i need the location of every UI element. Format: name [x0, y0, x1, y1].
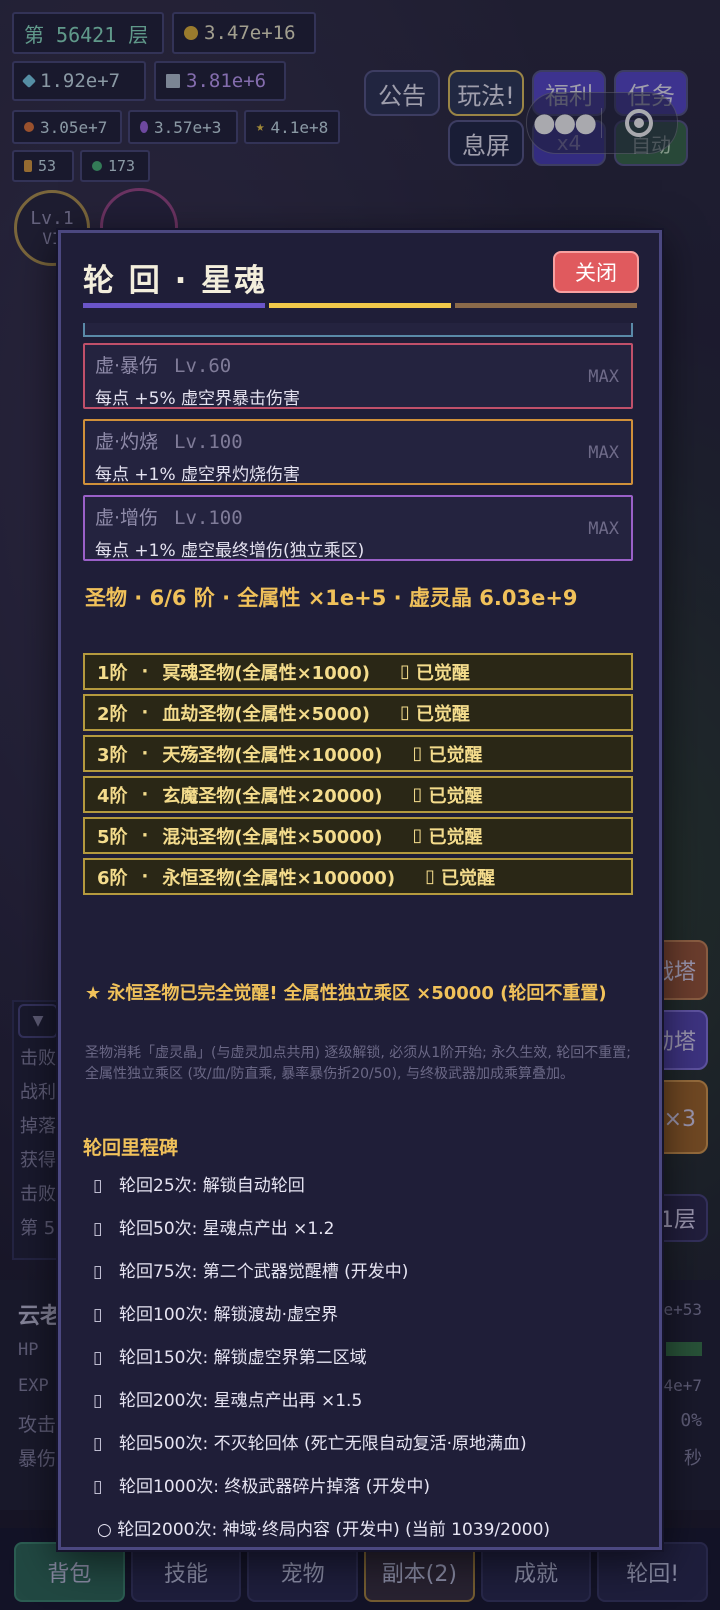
milestone-item: ▯ 轮回50次: 星魂点产出 ×1.2: [93, 1216, 633, 1242]
milestone-text: 轮回75次: 第二个武器觉醒槽 (开发中): [119, 1262, 409, 1282]
stat-name: 虚·暴伤: [95, 355, 159, 377]
relic-status: 已觉醒: [428, 744, 483, 766]
checked-icon: ▯: [93, 1305, 103, 1325]
modal-tab-bar: [83, 303, 637, 308]
modal-header: 轮 回 · 星魂 关闭: [61, 233, 659, 323]
milestone-text: 轮回25次: 解锁自动轮回: [119, 1176, 305, 1196]
milestone-text: 轮回500次: 不灭轮回体 (死亡无限自动复活·原地满血): [119, 1434, 527, 1454]
milestone-text: 轮回200次: 星魂点产出再 ×1.5: [119, 1391, 363, 1411]
modal-title: 轮 回 · 星魂: [83, 263, 268, 299]
milestone-item: ▯ 轮回100次: 解锁渡劫·虚空界: [93, 1302, 633, 1328]
relic-tier: 2阶: [97, 703, 128, 725]
relic-hint-text: 圣物消耗「虚灵晶」(与虚灵加点共用) 逐级解锁, 必须从1阶开始; 永久生效, …: [85, 1045, 631, 1082]
relic-status: 已觉醒: [415, 703, 470, 725]
checked-icon: ▯: [93, 1391, 103, 1411]
milestone-text: 轮回1000次: 终极武器碎片掉落 (开发中): [119, 1477, 431, 1497]
relic-header: 圣物 · 6/6 阶 · 全属性 ×1e+5 · 虚灵晶 6.03e+9: [85, 586, 578, 610]
stat-level: Lv.100: [174, 507, 243, 529]
relic-name: 血劫圣物(全属性×5000): [162, 703, 371, 725]
relic-tier: 6阶: [97, 867, 128, 889]
milestone-text: 轮回150次: 解锁虚空界第二区域: [119, 1348, 367, 1368]
reincarnation-modal: 轮 回 · 星魂 关闭 虚·暴伤 Lv.60 每点 +5% 虚空界暴击伤害 MAX…: [58, 230, 662, 1550]
separator-dot: ·: [141, 784, 149, 805]
relic-status: 已觉醒: [428, 785, 483, 807]
stat-desc: 每点 +1% 虚空最终增伤(独立乘区): [95, 541, 365, 561]
separator-dot: ·: [141, 866, 149, 887]
separator-dot: ·: [141, 743, 149, 764]
milestone-text: 轮回100次: 解锁渡劫·虚空界: [119, 1305, 338, 1325]
awakened-icon: ▯: [412, 784, 423, 805]
separator-dot: ·: [141, 661, 149, 682]
awakened-icon: ▯: [412, 743, 423, 764]
milestone-item: ▯ 轮回150次: 解锁虚空界第二区域: [93, 1345, 633, 1371]
checked-icon: ▯: [93, 1176, 103, 1196]
relic-tier: 4阶: [97, 785, 128, 807]
stat-name: 虚·灼烧: [95, 431, 159, 453]
milestone-item: ▯ 轮回75次: 第二个武器觉醒槽 (开发中): [93, 1259, 633, 1285]
relic-status: 已觉醒: [428, 826, 483, 848]
stat-desc: 每点 +5% 虚空界暴击伤害: [95, 389, 301, 409]
checked-icon: ▯: [93, 1262, 103, 1282]
milestone-item: ▯ 轮回500次: 不灭轮回体 (死亡无限自动复活·原地满血): [93, 1431, 633, 1457]
stat-max-badge: MAX: [588, 367, 619, 387]
checked-icon: ▯: [93, 1434, 103, 1454]
awakened-icon: ▯: [400, 661, 410, 682]
separator-dot: ·: [141, 702, 149, 723]
milestone-item: ▯ 轮回200次: 星魂点产出再 ×1.5: [93, 1388, 633, 1414]
relic-name: 永恒圣物(全属性×100000): [162, 867, 396, 889]
relic-tier: 5阶: [97, 826, 128, 848]
milestone-text: 轮回50次: 星魂点产出 ×1.2: [119, 1219, 335, 1239]
milestone-item-current: ○ 轮回2000次: 神域·终局内容 (开发中) (当前 1039/2000): [97, 1517, 613, 1543]
modal-scroll-content[interactable]: 虚·暴伤 Lv.60 每点 +5% 虚空界暴击伤害 MAX 虚·灼烧 Lv.100 …: [83, 307, 633, 1547]
stat-level: Lv.100: [174, 431, 243, 453]
stat-name: 虚·增伤: [95, 507, 159, 529]
stat-max-badge: MAX: [588, 519, 619, 539]
relic-name: 混沌圣物(全属性×50000): [162, 826, 383, 848]
relic-name: 玄魔圣物(全属性×20000): [162, 785, 383, 807]
stat-row: 虚·暴伤 Lv.60 每点 +5% 虚空界暴击伤害 MAX: [83, 343, 633, 409]
relic-row[interactable]: 5阶 · 混沌圣物(全属性×50000) ▯ 已觉醒: [83, 817, 633, 854]
tab-indicator-3[interactable]: [455, 303, 637, 308]
milestone-text: ○ 轮回2000次: 神域·终局内容 (开发中) (当前 1039/2000): [97, 1520, 551, 1540]
awakened-icon: ▯: [425, 866, 435, 887]
relic-row[interactable]: 6阶 · 永恒圣物(全属性×100000) ▯ 已觉醒: [83, 858, 633, 895]
stat-row: 虚·灼烧 Lv.100 每点 +1% 虚空界灼烧伤害 MAX: [83, 419, 633, 485]
relic-row[interactable]: 1阶 · 冥魂圣物(全属性×1000) ▯ 已觉醒: [83, 653, 633, 690]
stat-desc: 每点 +1% 虚空界灼烧伤害: [95, 465, 301, 485]
relic-tier: 1阶: [97, 662, 128, 684]
close-button[interactable]: 关闭: [553, 251, 639, 293]
awakening-note: ★ 永恒圣物已完全觉醒! 全属性独立乘区 ×50000 (轮回不重置): [85, 983, 607, 1004]
tab-indicator-2[interactable]: [269, 303, 451, 308]
checked-icon: ▯: [93, 1348, 103, 1368]
checked-icon: ▯: [93, 1477, 103, 1497]
relic-tier: 3阶: [97, 744, 128, 766]
checked-icon: ▯: [93, 1219, 103, 1239]
milestone-title: 轮回里程碑: [83, 1137, 179, 1159]
relic-name: 天殇圣物(全属性×10000): [162, 744, 383, 766]
relic-row[interactable]: 2阶 · 血劫圣物(全属性×5000) ▯ 已觉醒: [83, 694, 633, 731]
stat-level: Lv.60: [174, 355, 232, 377]
tab-indicator-1[interactable]: [83, 303, 265, 308]
awakened-icon: ▯: [412, 825, 423, 846]
stat-max-badge: MAX: [588, 443, 619, 463]
awakened-icon: ▯: [400, 702, 410, 723]
milestone-item: ▯ 轮回25次: 解锁自动轮回: [93, 1173, 633, 1199]
relic-status: 已觉醒: [415, 662, 470, 684]
relic-row[interactable]: 4阶 · 玄魔圣物(全属性×20000) ▯ 已觉醒: [83, 776, 633, 813]
stat-row: 虚·增伤 Lv.100 每点 +1% 虚空最终增伤(独立乘区) MAX: [83, 495, 633, 561]
milestone-item: ▯ 轮回1000次: 终极武器碎片掉落 (开发中): [93, 1474, 633, 1500]
relic-status: 已觉醒: [440, 867, 495, 889]
relic-name: 冥魂圣物(全属性×1000): [162, 662, 371, 684]
separator-dot: ·: [141, 825, 149, 846]
relic-row[interactable]: 3阶 · 天殇圣物(全属性×10000) ▯ 已觉醒: [83, 735, 633, 772]
